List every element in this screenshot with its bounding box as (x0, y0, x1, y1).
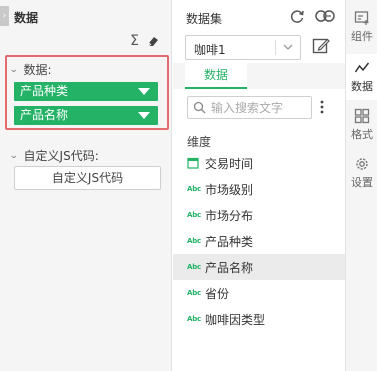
list-item[interactable]: Abc 咖啡因类型 (173, 306, 345, 332)
dataset-panel: 数据集 咖啡1 数据 维度 (173, 0, 345, 371)
dataset-toolbar (289, 8, 335, 24)
search-icon (193, 101, 206, 114)
tab-label: 设置 (351, 176, 373, 189)
grid-format-icon (354, 108, 370, 124)
chevron-down-icon: ⌄ (8, 64, 19, 75)
dimension-label: 维度 (187, 135, 212, 149)
list-item[interactable]: Abc 市场级别 (173, 176, 345, 202)
abc-icon: Abc (187, 211, 201, 219)
dataset-panel-title: 数据集 (186, 12, 223, 26)
tab-label: 组件 (351, 30, 373, 43)
field-label: 交易时间 (205, 156, 254, 171)
field-label: 咖啡因类型 (205, 312, 266, 327)
abc-icon: Abc (187, 237, 201, 245)
custom-js-section-header[interactable]: ⌄ 自定义JS代码: (8, 147, 99, 164)
search-input[interactable] (211, 99, 309, 116)
abc-icon: Abc (187, 263, 201, 271)
field-label: 省份 (205, 286, 230, 301)
right-tab-bar: 组件 数据 格式 设置 (345, 0, 377, 371)
left-tools: Σ (130, 34, 159, 48)
calendar-icon (187, 157, 205, 169)
dataset-link-icon[interactable] (315, 8, 335, 24)
tab-data-active[interactable]: 数据 (346, 54, 377, 100)
dataset-select[interactable]: 咖啡1 (185, 35, 301, 60)
abc-icon: Abc (187, 315, 201, 323)
edit-icon[interactable] (312, 37, 330, 55)
dropdown-triangle-icon[interactable] (138, 112, 150, 119)
tab-settings[interactable]: 设置 (346, 152, 377, 196)
data-section-header[interactable]: ⌄ 数据: (8, 61, 52, 78)
list-item-selected[interactable]: Abc 产品名称 (173, 254, 345, 280)
field-list: 交易时间 Abc 市场级别 Abc 市场分布 Abc 产品种类 Abc 产品名称… (173, 150, 345, 332)
eraser-icon[interactable] (147, 35, 159, 47)
list-item[interactable]: Abc 市场分布 (173, 202, 345, 228)
dataset-select-value: 咖啡1 (194, 43, 226, 57)
field-label: 市场分布 (205, 208, 254, 223)
component-icon (354, 11, 369, 25)
field-label: 产品种类 (205, 234, 254, 249)
list-item[interactable]: 交易时间 (173, 150, 345, 176)
field-search[interactable] (187, 96, 312, 119)
field-pill-product-category[interactable]: 产品种类 (14, 82, 158, 101)
field-pill-label: 产品名称 (20, 108, 69, 122)
field-pill-product-name[interactable]: 产品名称 (14, 106, 158, 125)
list-item[interactable]: Abc 省份 (173, 280, 345, 306)
tab-component[interactable]: 组件 (346, 6, 377, 50)
abc-icon: Abc (187, 289, 201, 297)
tab-label: 数据 (351, 80, 373, 93)
tab-format[interactable]: 格式 (346, 104, 377, 148)
select-divider (275, 40, 276, 55)
list-item[interactable]: Abc 产品种类 (173, 228, 345, 254)
sigma-icon[interactable]: Σ (130, 34, 139, 48)
field-label: 产品名称 (205, 260, 254, 275)
abc-icon: Abc (187, 185, 201, 193)
custom-js-section-label: 自定义JS代码: (23, 149, 99, 163)
tab-data[interactable]: 数据 (185, 63, 247, 89)
left-panel: › 数据 Σ ⌄ 数据: 产品种类 产品名称 ⌄ 自定义JS代码: 自定义JS代… (0, 0, 172, 371)
left-panel-title: 数据 (14, 11, 39, 25)
collapse-handle[interactable]: › (0, 6, 9, 26)
dropdown-triangle-icon[interactable] (138, 88, 150, 95)
chevron-down-icon: ⌄ (8, 150, 19, 161)
field-label: 市场级别 (205, 182, 254, 197)
settings-icon (356, 158, 368, 170)
refresh-icon[interactable] (289, 8, 305, 24)
dataset-tab-bar: 数据 (173, 63, 345, 89)
more-options-icon[interactable] (320, 100, 324, 114)
chevron-down-icon[interactable] (283, 42, 293, 52)
data-chart-icon (354, 62, 370, 73)
custom-js-button[interactable]: 自定义JS代码 (14, 166, 161, 190)
data-section-label: 数据: (23, 63, 52, 77)
tab-label: 格式 (351, 128, 373, 141)
field-pill-label: 产品种类 (20, 84, 69, 98)
